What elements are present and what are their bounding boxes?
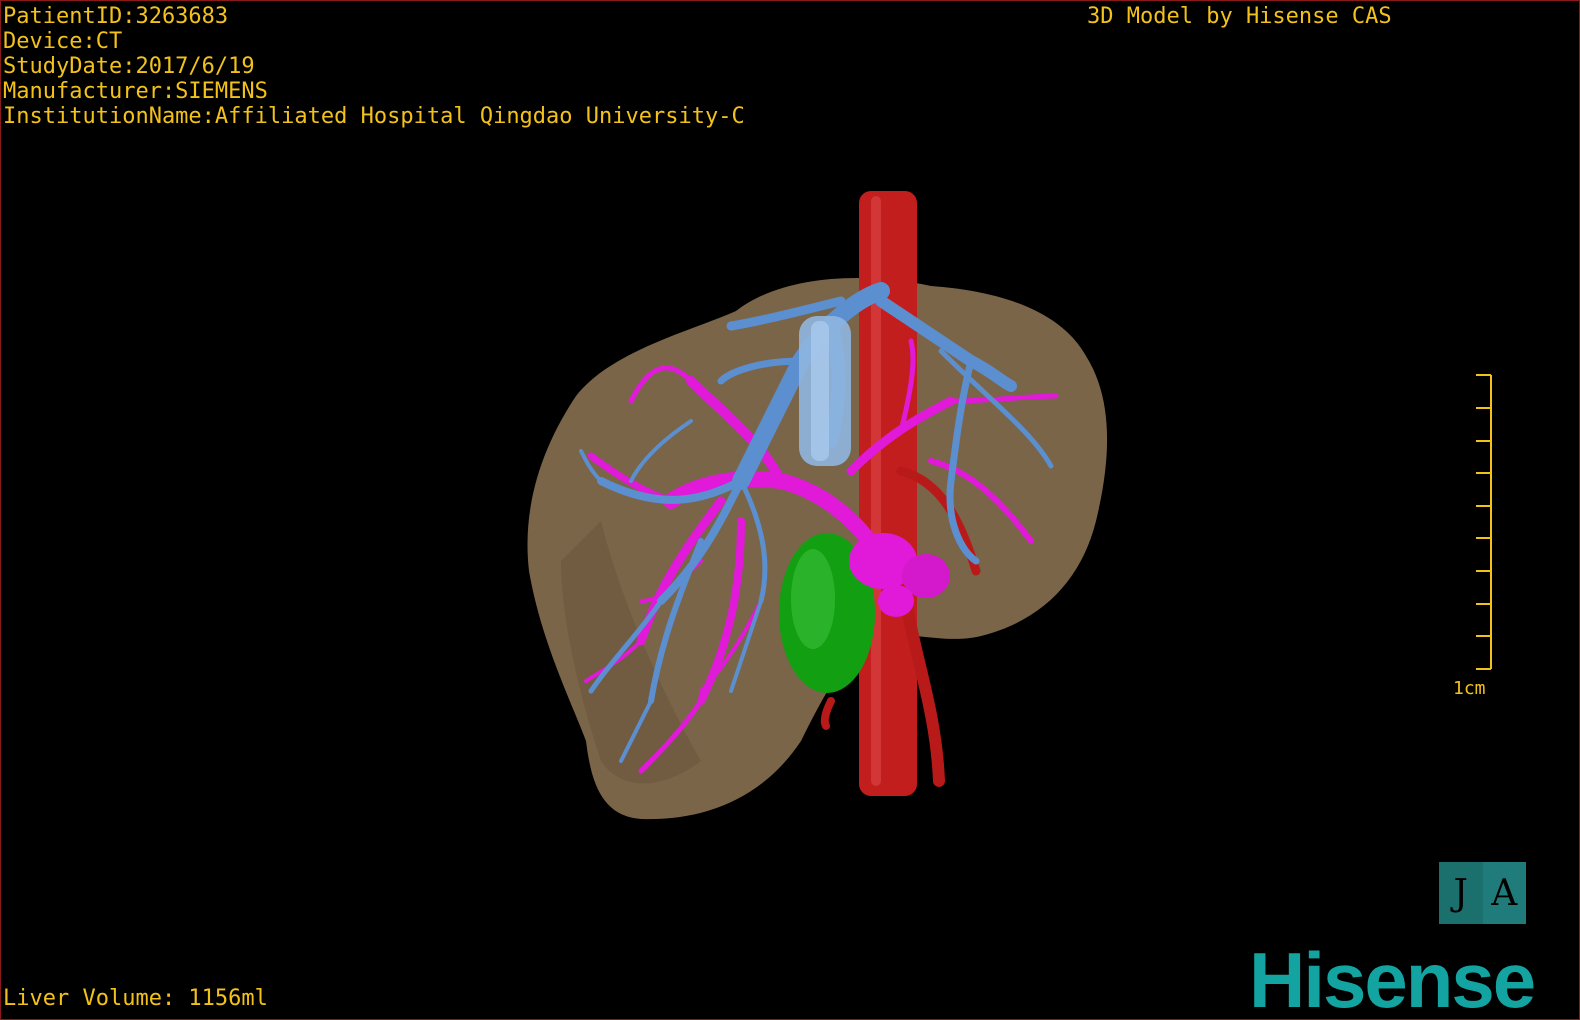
- gallbladder-highlight: [791, 549, 835, 649]
- scale-ruler: [1476, 374, 1492, 670]
- hepatic-vein-shading: [811, 321, 829, 461]
- liver-volume: Liver Volume: 1156ml: [3, 986, 268, 1011]
- artery-branch: [820, 697, 835, 730]
- 3d-render-viewport[interactable]: PatientID:3263683 Device:CT StudyDate:2017…: [0, 0, 1580, 1020]
- manufacturer: Manufacturer:SIEMENS: [3, 79, 268, 104]
- study-date: StudyDate:2017/6/19: [3, 54, 255, 79]
- patient-id: PatientID:3263683: [3, 4, 229, 29]
- orientation-cube[interactable]: J A: [1439, 862, 1526, 924]
- hisense-logo: Hisense: [1249, 936, 1536, 1020]
- patient-info-overlay: PatientID:3263683 Device:CT StudyDate:2017…: [3, 4, 745, 129]
- device: Device:CT: [3, 29, 123, 54]
- orientation-face-left: J: [1439, 862, 1483, 924]
- liver-3d-model[interactable]: [1, 1, 1579, 1019]
- model-credit: 3D Model by Hisense CAS: [1087, 4, 1392, 29]
- portal-vein-root: [878, 585, 914, 617]
- aorta: [859, 191, 917, 796]
- scale-ruler-label: 1cm: [1453, 678, 1486, 699]
- institution-name: InstitutionName:Affiliated Hospital Qing…: [3, 104, 745, 129]
- orientation-face-right: A: [1491, 872, 1518, 914]
